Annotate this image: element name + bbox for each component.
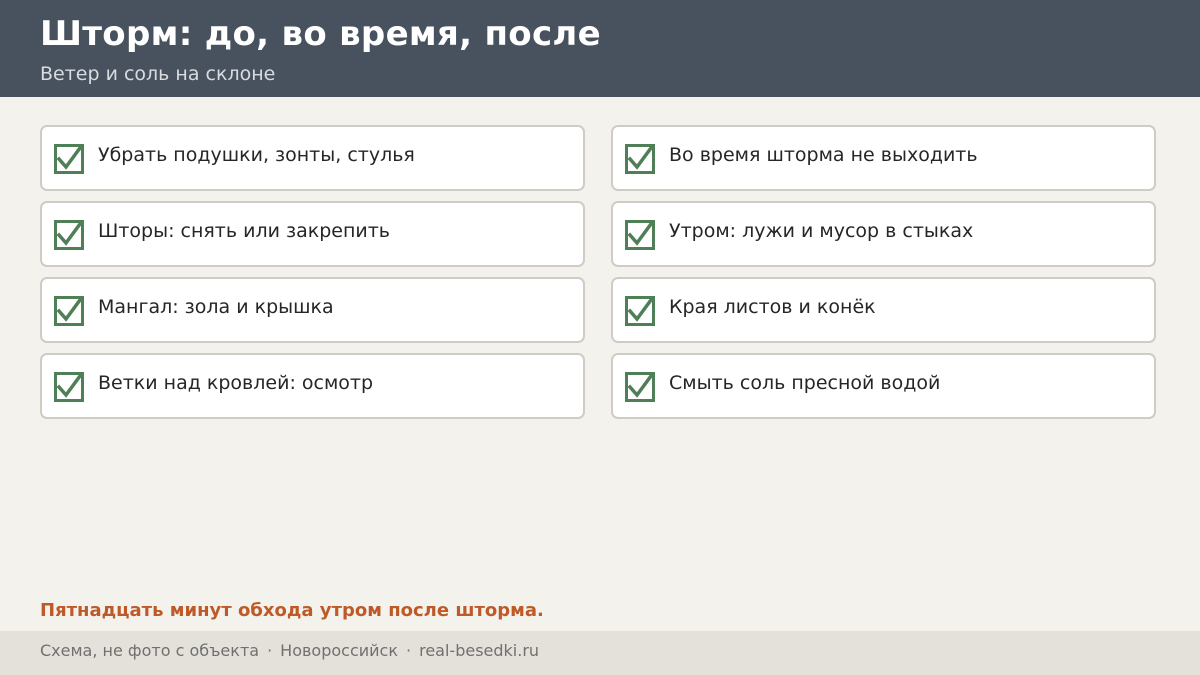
checklist-item-label: Убрать подушки, зонты, стулья <box>98 144 415 166</box>
checkbox-checked-icon[interactable] <box>625 220 655 250</box>
footer-site: real-besedki.ru <box>419 641 540 660</box>
header: Шторм: до, во время, после Ветер и соль … <box>0 0 1200 97</box>
footer-note: Пятнадцать минут обхода утром после штор… <box>40 600 544 621</box>
checkbox-checked-icon[interactable] <box>54 372 84 402</box>
checkbox-checked-icon[interactable] <box>625 296 655 326</box>
checklist-item[interactable]: Убрать подушки, зонты, стулья <box>40 125 585 191</box>
checklist-item[interactable]: Мангал: зола и крышка <box>40 277 585 343</box>
checklist-item[interactable]: Смыть соль пресной водой <box>611 353 1156 419</box>
checklist-item[interactable]: Утром: лужи и мусор в стыках <box>611 201 1156 267</box>
page: Шторм: до, во время, после Ветер и соль … <box>0 0 1200 675</box>
page-subtitle: Ветер и соль на склоне <box>40 63 276 85</box>
checklist-item-label: Ветки над кровлей: осмотр <box>98 372 374 394</box>
checklist-item-label: Края листов и конёк <box>669 296 876 318</box>
checklist-item-label: Шторы: снять или закрепить <box>98 220 391 242</box>
page-title: Шторм: до, во время, после <box>40 14 601 54</box>
footer-text: Схема, не фото с объекта · Новороссийск · re… <box>40 641 539 660</box>
checklist-item[interactable]: Ветки над кровлей: осмотр <box>40 353 585 419</box>
checkbox-checked-icon[interactable] <box>54 144 84 174</box>
footer: Схема, не фото с объекта · Новороссийск · re… <box>0 631 1200 675</box>
footer-disclaimer: Схема, не фото с объекта <box>40 641 260 660</box>
checklist-item[interactable]: Во время шторма не выходить <box>611 125 1156 191</box>
checklist-item-label: Мангал: зола и крышка <box>98 296 334 318</box>
checklist-item[interactable]: Шторы: снять или закрепить <box>40 201 585 267</box>
checklist-item-label: Во время шторма не выходить <box>669 144 978 166</box>
checkbox-checked-icon[interactable] <box>625 144 655 174</box>
footer-city: Новороссийск <box>280 641 398 660</box>
footer-separator: · <box>406 641 412 660</box>
checklist-item[interactable]: Края листов и конёк <box>611 277 1156 343</box>
checklist: Убрать подушки, зонты, стулья Во время ш… <box>40 125 1156 419</box>
checkbox-checked-icon[interactable] <box>625 372 655 402</box>
checklist-item-label: Смыть соль пресной водой <box>669 372 941 394</box>
checkbox-checked-icon[interactable] <box>54 296 84 326</box>
checkbox-checked-icon[interactable] <box>54 220 84 250</box>
checklist-item-label: Утром: лужи и мусор в стыках <box>669 220 974 242</box>
footer-separator: · <box>267 641 273 660</box>
